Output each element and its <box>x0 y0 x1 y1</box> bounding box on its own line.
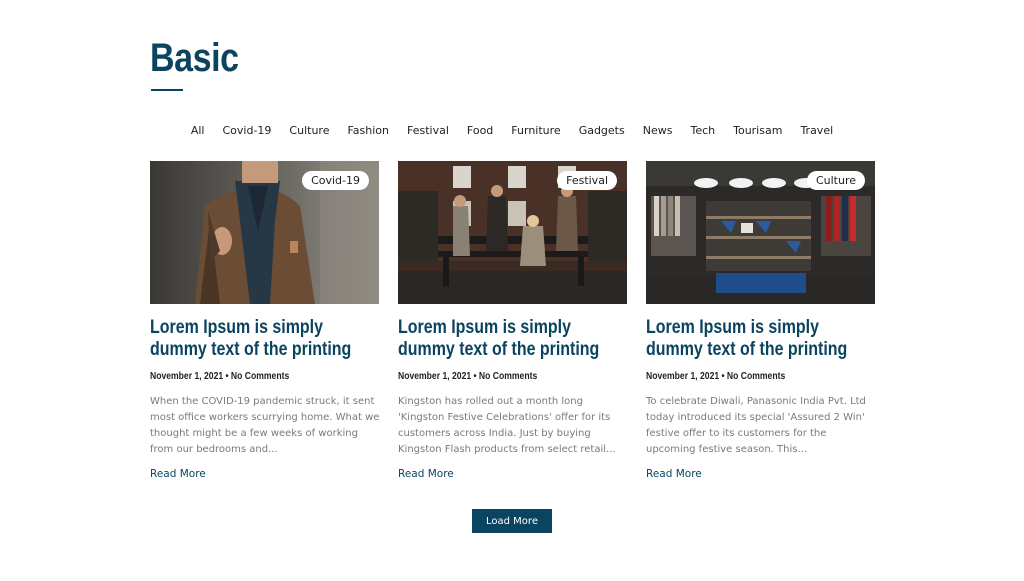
filter-news[interactable]: News <box>634 124 682 137</box>
filter-festival[interactable]: Festival <box>398 124 458 137</box>
post-meta: November 1, 2021 • No Comments <box>398 371 538 382</box>
post-excerpt: To celebrate Diwali, Panasonic India Pvt… <box>646 396 866 455</box>
post-excerpt: When the COVID-19 pandemic struck, it se… <box>150 396 380 455</box>
load-more-button[interactable]: Load More <box>472 509 552 533</box>
post-card: Covid-19 Lorem Ipsum is simply dummy tex… <box>150 161 379 482</box>
post-image-clothing-store[interactable]: Culture <box>646 161 875 304</box>
post-image-man-with-backpack[interactable]: Covid-19 <box>150 161 379 304</box>
post-meta: November 1, 2021 • No Comments <box>150 371 290 382</box>
category-badge[interactable]: Covid-19 <box>302 171 369 190</box>
post-title[interactable]: Lorem Ipsum is simply dummy text of the … <box>646 317 874 361</box>
filter-travel[interactable]: Travel <box>791 124 842 137</box>
filter-food[interactable]: Food <box>458 124 502 137</box>
filter-furniture[interactable]: Furniture <box>502 124 569 137</box>
post-grid: Covid-19 Lorem Ipsum is simply dummy tex… <box>150 161 875 482</box>
filter-culture[interactable]: Culture <box>280 124 338 137</box>
post-excerpt: Kingston has rolled out a month long 'Ki… <box>398 396 616 455</box>
category-badge[interactable]: Festival <box>557 171 617 190</box>
category-filter-bar: All Covid-19 Culture Fashion Festival Fo… <box>0 124 1024 137</box>
post-image-group-on-bench[interactable]: Festival <box>398 161 627 304</box>
read-more-link[interactable]: Read More <box>398 468 454 480</box>
post-card: Festival Lorem Ipsum is simply dummy tex… <box>398 161 627 482</box>
filter-fashion[interactable]: Fashion <box>338 124 398 137</box>
post-card: Culture Lorem Ipsum is simply dummy text… <box>646 161 875 482</box>
title-underline <box>151 89 183 91</box>
post-meta: November 1, 2021 • No Comments <box>646 371 786 382</box>
category-badge[interactable]: Culture <box>806 171 865 190</box>
filter-covid-19[interactable]: Covid-19 <box>213 124 280 137</box>
read-more-link[interactable]: Read More <box>150 468 206 480</box>
filter-tourisam[interactable]: Tourisam <box>724 124 791 137</box>
filter-all[interactable]: All <box>182 124 214 137</box>
page-title: Basic <box>150 36 239 80</box>
post-title[interactable]: Lorem Ipsum is simply dummy text of the … <box>398 317 626 361</box>
read-more-link[interactable]: Read More <box>646 468 702 480</box>
post-title[interactable]: Lorem Ipsum is simply dummy text of the … <box>150 317 378 361</box>
filter-gadgets[interactable]: Gadgets <box>570 124 634 137</box>
filter-tech[interactable]: Tech <box>681 124 724 137</box>
